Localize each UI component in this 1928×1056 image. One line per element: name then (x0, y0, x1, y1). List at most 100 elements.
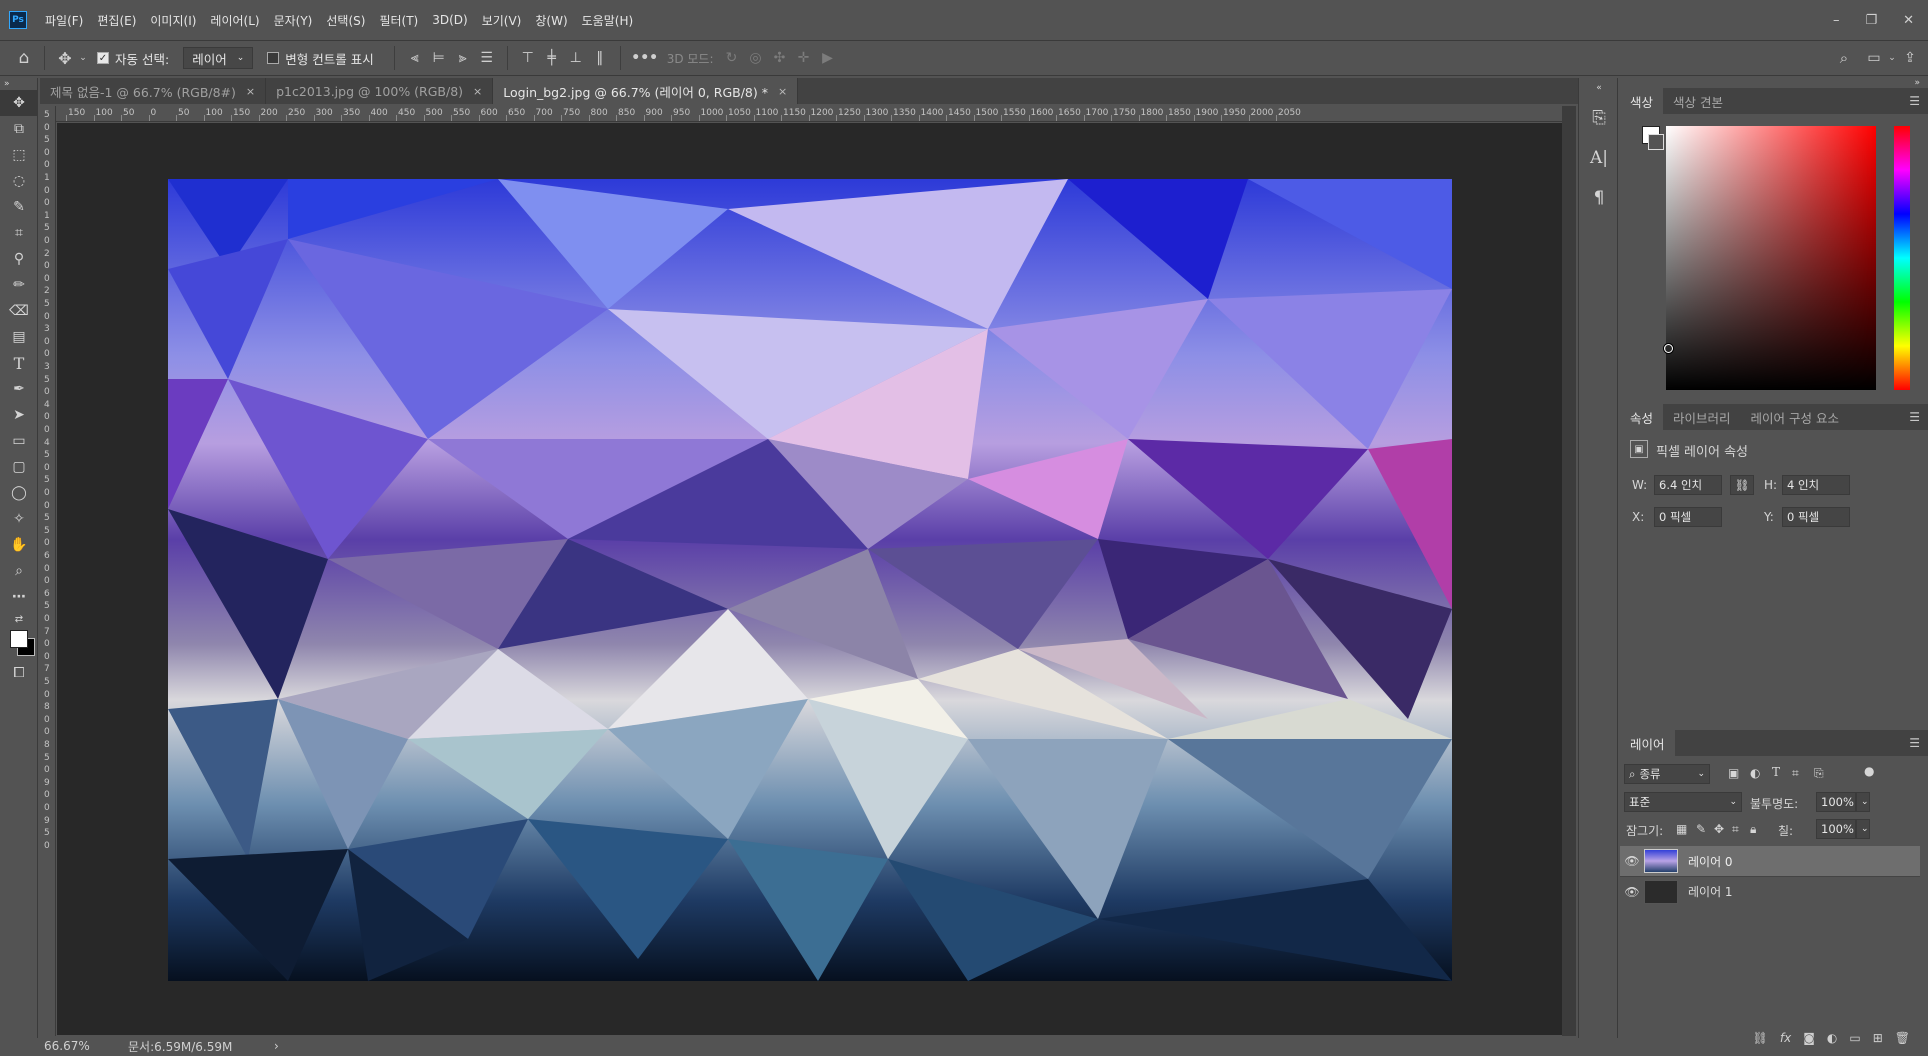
color-picker-handle[interactable] (1664, 344, 1673, 353)
collapse-panels-icon[interactable]: « (1579, 78, 1619, 98)
menu-window[interactable]: 창(W) (535, 12, 567, 29)
filter-adjustment-icon[interactable]: ◐ (1750, 766, 1760, 780)
align-top-icon[interactable]: ⊤ (516, 50, 540, 66)
menu-3d[interactable]: 3D(D) (432, 13, 467, 27)
3d-orbit-icon[interactable]: ↻ (720, 50, 744, 66)
auto-select-checkbox[interactable]: ✓ (97, 52, 109, 64)
tab-layers[interactable]: 레이어 (1620, 730, 1675, 756)
distribute-vertical-icon[interactable]: ‖ (588, 50, 612, 66)
foreground-color-swatch[interactable] (10, 630, 28, 648)
move-tool-icon[interactable]: ✥ (0, 90, 38, 116)
filter-smart-object-icon[interactable]: ⎘ (1814, 766, 1824, 781)
more-options-button[interactable]: ••• (629, 50, 661, 66)
width-field[interactable]: 6.4 인치 (1654, 475, 1722, 495)
rectangle-tool-icon[interactable]: ▭ (0, 428, 38, 454)
search-icon[interactable]: ⌕ (1832, 49, 1856, 67)
zoom-tool-icon[interactable]: ⌕ (0, 558, 38, 584)
y-field[interactable]: 0 픽셀 (1782, 507, 1850, 527)
menu-file[interactable]: 파일(F) (45, 12, 83, 29)
chevron-down-icon[interactable]: ⌄ (1856, 819, 1870, 839)
new-layer-icon[interactable]: ⊞ (1873, 1031, 1883, 1045)
character-panel-icon[interactable]: A| (1579, 138, 1619, 178)
blend-mode-select[interactable]: 표준 ⌄ (1624, 792, 1742, 812)
tab-p1c2013[interactable]: p1c2013.jpg @ 100% (RGB/8) × (266, 78, 494, 104)
panel-menu-icon[interactable]: ☰ (1909, 736, 1920, 750)
3d-pan-icon[interactable]: ✣ (768, 50, 792, 66)
menu-type[interactable]: 문자(Y) (274, 12, 313, 29)
layer-row-0[interactable]: 👁︎ 레이어 0 (1620, 846, 1920, 876)
gradient-tool-icon[interactable]: ▤ (0, 324, 38, 350)
delete-layer-icon[interactable]: 🗑︎ (1895, 1031, 1910, 1045)
home-icon[interactable]: ⌂ (12, 48, 36, 68)
close-window-button[interactable]: ✕ (1903, 13, 1914, 28)
vertical-scrollbar[interactable] (1562, 106, 1576, 1036)
menu-layer[interactable]: 레이어(L) (210, 12, 259, 29)
marquee-tool-icon[interactable]: ⬚ (0, 142, 38, 168)
tab-untitled-1[interactable]: 제목 없음-1 @ 66.7% (RGB/8#) × (40, 78, 267, 104)
menu-help[interactable]: 도움말(H) (582, 12, 634, 29)
lock-artboard-icon[interactable]: ⌗ (1732, 822, 1739, 837)
adjustment-layer-icon[interactable]: ◐ (1827, 1031, 1837, 1045)
align-right-icon[interactable]: ⫸ (451, 50, 475, 66)
chevron-down-icon[interactable]: ⌄ (1856, 792, 1870, 812)
tab-libraries[interactable]: 라이브러리 (1663, 404, 1741, 430)
background-color-swatch[interactable] (1648, 134, 1664, 150)
menu-select[interactable]: 선택(S) (326, 12, 365, 29)
menu-filter[interactable]: 필터(T) (379, 12, 418, 29)
more-tools-icon[interactable]: ⋯ (0, 584, 38, 610)
align-left-icon[interactable]: ⫷ (403, 50, 427, 66)
menu-edit[interactable]: 편집(E) (97, 12, 136, 29)
share-icon[interactable]: ⇪ (1898, 50, 1922, 66)
filter-toggle-icon[interactable]: ● (1864, 764, 1874, 778)
panel-menu-icon[interactable]: ☰ (1909, 94, 1920, 108)
paragraph-panel-icon[interactable]: ¶ (1579, 178, 1619, 218)
align-middle-icon[interactable]: ╪ (540, 50, 564, 66)
close-tab-icon[interactable]: × (246, 85, 255, 98)
custom-shape-tool-icon[interactable]: ✧ (0, 506, 38, 532)
status-menu-arrow[interactable]: › (274, 1039, 279, 1053)
collapse-panel-icon[interactable]: » (1620, 78, 1928, 88)
pen-tool-icon[interactable]: ✒ (0, 376, 38, 402)
ellipse-tool-icon[interactable]: ◯ (0, 480, 38, 506)
menu-view[interactable]: 보기(V) (482, 12, 522, 29)
move-tool-icon[interactable]: ✥ (53, 49, 77, 68)
tab-swatches[interactable]: 색상 견본 (1663, 88, 1733, 114)
3d-camera-icon[interactable]: ▶ (816, 50, 840, 66)
horizontal-ruler[interactable]: 150 100 50 0 50 100 150 200 250 300 350 400 450 500 55… (56, 106, 1562, 122)
history-panel-icon[interactable]: ⎘ (1579, 98, 1619, 138)
workspace-icon[interactable]: ▭ (1862, 50, 1886, 66)
restore-button[interactable]: ❐ (1865, 13, 1877, 28)
vertical-ruler[interactable]: 5050010015020025030035040045050055060065… (40, 106, 56, 1036)
eyedropper-tool-icon[interactable]: ⚲ (0, 246, 38, 272)
fill-field[interactable]: 100% (1816, 819, 1856, 839)
quick-selection-tool-icon[interactable]: ✎ (0, 194, 38, 220)
lock-transparent-icon[interactable]: ▦ (1676, 822, 1687, 836)
align-bottom-icon[interactable]: ⊥ (564, 50, 588, 66)
tab-color[interactable]: 색상 (1620, 88, 1664, 114)
height-field[interactable]: 4 인치 (1782, 475, 1850, 495)
align-center-icon[interactable]: ⊨ (427, 50, 451, 66)
chevron-down-icon[interactable]: ⌄ (77, 53, 89, 63)
hand-tool-icon[interactable]: ✋ (0, 532, 38, 558)
screen-mode-icon[interactable]: ⧠ (0, 660, 38, 686)
tab-properties[interactable]: 속성 (1620, 404, 1664, 430)
crop-tool-icon[interactable]: ⌗ (0, 220, 38, 246)
collapse-toolbox-icon[interactable]: » (0, 78, 38, 90)
tab-login-bg2[interactable]: Login_bg2.jpg @ 66.7% (레이어 0, RGB/8) * × (493, 78, 799, 104)
brush-tool-icon[interactable]: ✏ (0, 272, 38, 298)
layer-name[interactable]: 레이어 0 (1688, 853, 1733, 870)
x-field[interactable]: 0 픽셀 (1654, 507, 1722, 527)
filter-type-icon[interactable]: T (1772, 765, 1780, 779)
rounded-rectangle-tool-icon[interactable]: ▢ (0, 454, 38, 480)
chevron-down-icon[interactable]: ⌄ (1886, 53, 1898, 63)
visibility-eye-icon[interactable]: 👁︎ (1620, 885, 1644, 899)
hue-slider[interactable] (1894, 126, 1910, 390)
visibility-eye-icon[interactable]: 👁︎ (1620, 854, 1644, 868)
lasso-tool-icon[interactable]: ◌ (0, 168, 38, 194)
artboard-tool-icon[interactable]: ⧉ (0, 116, 38, 142)
auto-select-target-select[interactable]: 레이어 ⌄ (183, 47, 254, 69)
eraser-tool-icon[interactable]: ⌫ (0, 298, 38, 324)
document-canvas[interactable] (168, 179, 1452, 981)
minimize-button[interactable]: – (1833, 13, 1840, 28)
tab-layer-comps[interactable]: 레이어 구성 요소 (1741, 404, 1849, 430)
